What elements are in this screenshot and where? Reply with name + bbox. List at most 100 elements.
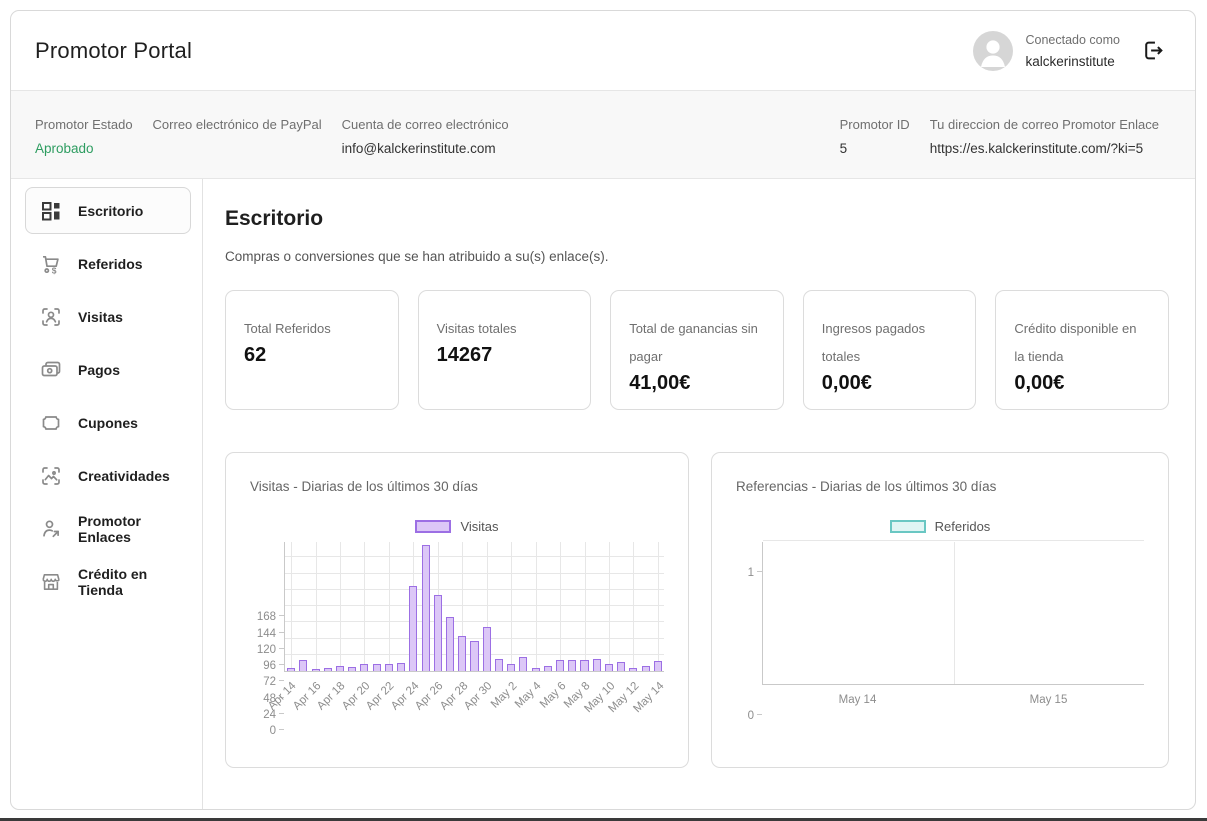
bar [507, 664, 515, 671]
visits-chart-card: Visitas - Diarias de los últimos 30 días… [225, 452, 689, 768]
ticket-icon [39, 411, 63, 435]
store-icon [39, 570, 63, 594]
visitor-scan-icon [39, 305, 63, 329]
stat-card-value: 0,00€ [822, 372, 958, 395]
bar [580, 660, 588, 671]
bar [360, 664, 368, 671]
stat-card-value: 62 [244, 344, 380, 367]
visits-bar-chart: 024487296120144168 Apr 14Apr 16Apr 18Apr… [250, 542, 664, 730]
x-axis-tick-label: May 15 [1030, 694, 1068, 706]
bar [483, 627, 491, 671]
username: kalckerinstitute [1025, 54, 1120, 69]
status-field-value [153, 141, 322, 157]
cash-icon [39, 358, 63, 382]
sidebar-item-referidos[interactable]: $ Referidos [25, 240, 191, 287]
status-field-label: Tu direccion de correo Promotor Enlace [930, 117, 1159, 132]
referrals-chart-card: Referencias - Diarias de los últimos 30 … [711, 452, 1169, 768]
gridline [633, 542, 634, 671]
status-field-label: Promotor ID [840, 117, 910, 132]
y-axis-tick-label: 0 [748, 710, 754, 722]
plot-area [284, 542, 664, 672]
app-title: Promotor Portal [35, 38, 192, 64]
sidebar-item-label: Referidos [78, 256, 143, 272]
main-content: Escritorio Compras o conversiones que se… [203, 179, 1195, 809]
status-badge: Aprobado [35, 141, 133, 157]
gridline [340, 542, 341, 671]
gridline [954, 542, 955, 684]
x-axis-labels: Apr 14Apr 16Apr 18Apr 20Apr 22Apr 24Apr … [284, 672, 664, 730]
bar [629, 668, 637, 671]
bar [446, 617, 454, 671]
y-axis-tick-label: 1 [748, 567, 754, 579]
sidebar-item-cupones[interactable]: Cupones [25, 399, 191, 446]
chart-legend: Visitas [250, 518, 664, 534]
stat-card-value: 41,00€ [629, 372, 765, 395]
status-field-label: Cuenta de correo electrónico [342, 117, 509, 132]
plot-area [762, 542, 1144, 685]
person-link-icon [39, 517, 63, 541]
status-field-value: info@kalckerinstitute.com [342, 141, 509, 157]
gridline [658, 542, 659, 671]
bar [434, 595, 442, 672]
gridline [536, 542, 537, 671]
sidebar-item-visitas[interactable]: Visitas [25, 293, 191, 340]
bar [373, 664, 381, 671]
x-axis-tick-label: May 2 [489, 680, 520, 711]
page-title: Escritorio [225, 207, 1169, 231]
sidebar-item-promotor-enlaces[interactable]: Promotor Enlaces [25, 505, 191, 552]
y-axis-labels: 01 [736, 542, 762, 715]
x-axis-tick-label: May 14 [839, 694, 877, 706]
x-axis-tick-label: May 6 [538, 680, 569, 711]
gridline [585, 542, 586, 671]
y-axis-tick-label: 96 [263, 660, 276, 672]
sidebar-item-label: Pagos [78, 362, 120, 378]
bar [519, 657, 527, 671]
bar [654, 661, 662, 671]
sidebar-item-label: Crédito en Tienda [78, 566, 190, 598]
gridline [291, 542, 292, 671]
bar [617, 662, 625, 671]
bar [593, 659, 601, 671]
bar [568, 660, 576, 672]
sidebar-item-creatividades[interactable]: Creatividades [25, 452, 191, 499]
dashboard-icon [39, 199, 63, 223]
sidebar-item-escritorio[interactable]: Escritorio [25, 187, 191, 234]
stat-card-ganancias-sin-pagar: Total de ganancias sin pagar 41,00€ [610, 290, 784, 410]
bar [397, 663, 405, 671]
image-icon [39, 464, 63, 488]
y-axis-tick-label: 168 [257, 611, 276, 623]
sidebar-item-label: Cupones [78, 415, 138, 431]
gridline [285, 621, 664, 622]
x-axis-labels: May 14 May 15 [762, 685, 1144, 715]
sidebar-item-label: Visitas [78, 309, 123, 325]
y-axis-tick-label: 72 [263, 676, 276, 688]
header-user-area: Conectado como kalckerinstitute [973, 31, 1165, 71]
promotor-portal-window: Promotor Portal Conectado como kalckerin… [10, 10, 1196, 810]
status-field-paypal-email: Correo electrónico de PayPal [153, 117, 322, 157]
gridline [316, 542, 317, 671]
bar [348, 667, 356, 671]
bar [312, 669, 320, 671]
stat-card-label: Ingresos pagados totales [822, 315, 958, 371]
stat-card-ingresos-pagados: Ingresos pagados totales 0,00€ [803, 290, 977, 410]
legend-swatch [415, 520, 451, 533]
status-field-value: 5 [840, 141, 910, 157]
bar [642, 666, 650, 671]
gridline [285, 589, 664, 590]
bar [324, 668, 332, 671]
stat-card-value: 0,00€ [1014, 372, 1150, 395]
sidebar-item-credito-en-tienda[interactable]: Crédito en Tienda [25, 558, 191, 605]
sidebar-item-pagos[interactable]: Pagos [25, 346, 191, 393]
status-field-account-email: Cuenta de correo electrónico info@kalcke… [342, 117, 509, 157]
gridline [511, 542, 512, 671]
person-silhouette-icon [973, 31, 1013, 71]
gridline [560, 542, 561, 671]
stat-card-value: 14267 [437, 344, 573, 367]
connected-as-label: Conectado como [1025, 33, 1120, 47]
x-axis-tick-label: May 4 [513, 680, 544, 711]
bar [287, 668, 295, 671]
logout-button[interactable] [1142, 39, 1165, 62]
avatar [973, 31, 1013, 71]
status-field-promotor-estado: Promotor Estado Aprobado [35, 117, 133, 157]
legend-label: Visitas [460, 519, 498, 534]
